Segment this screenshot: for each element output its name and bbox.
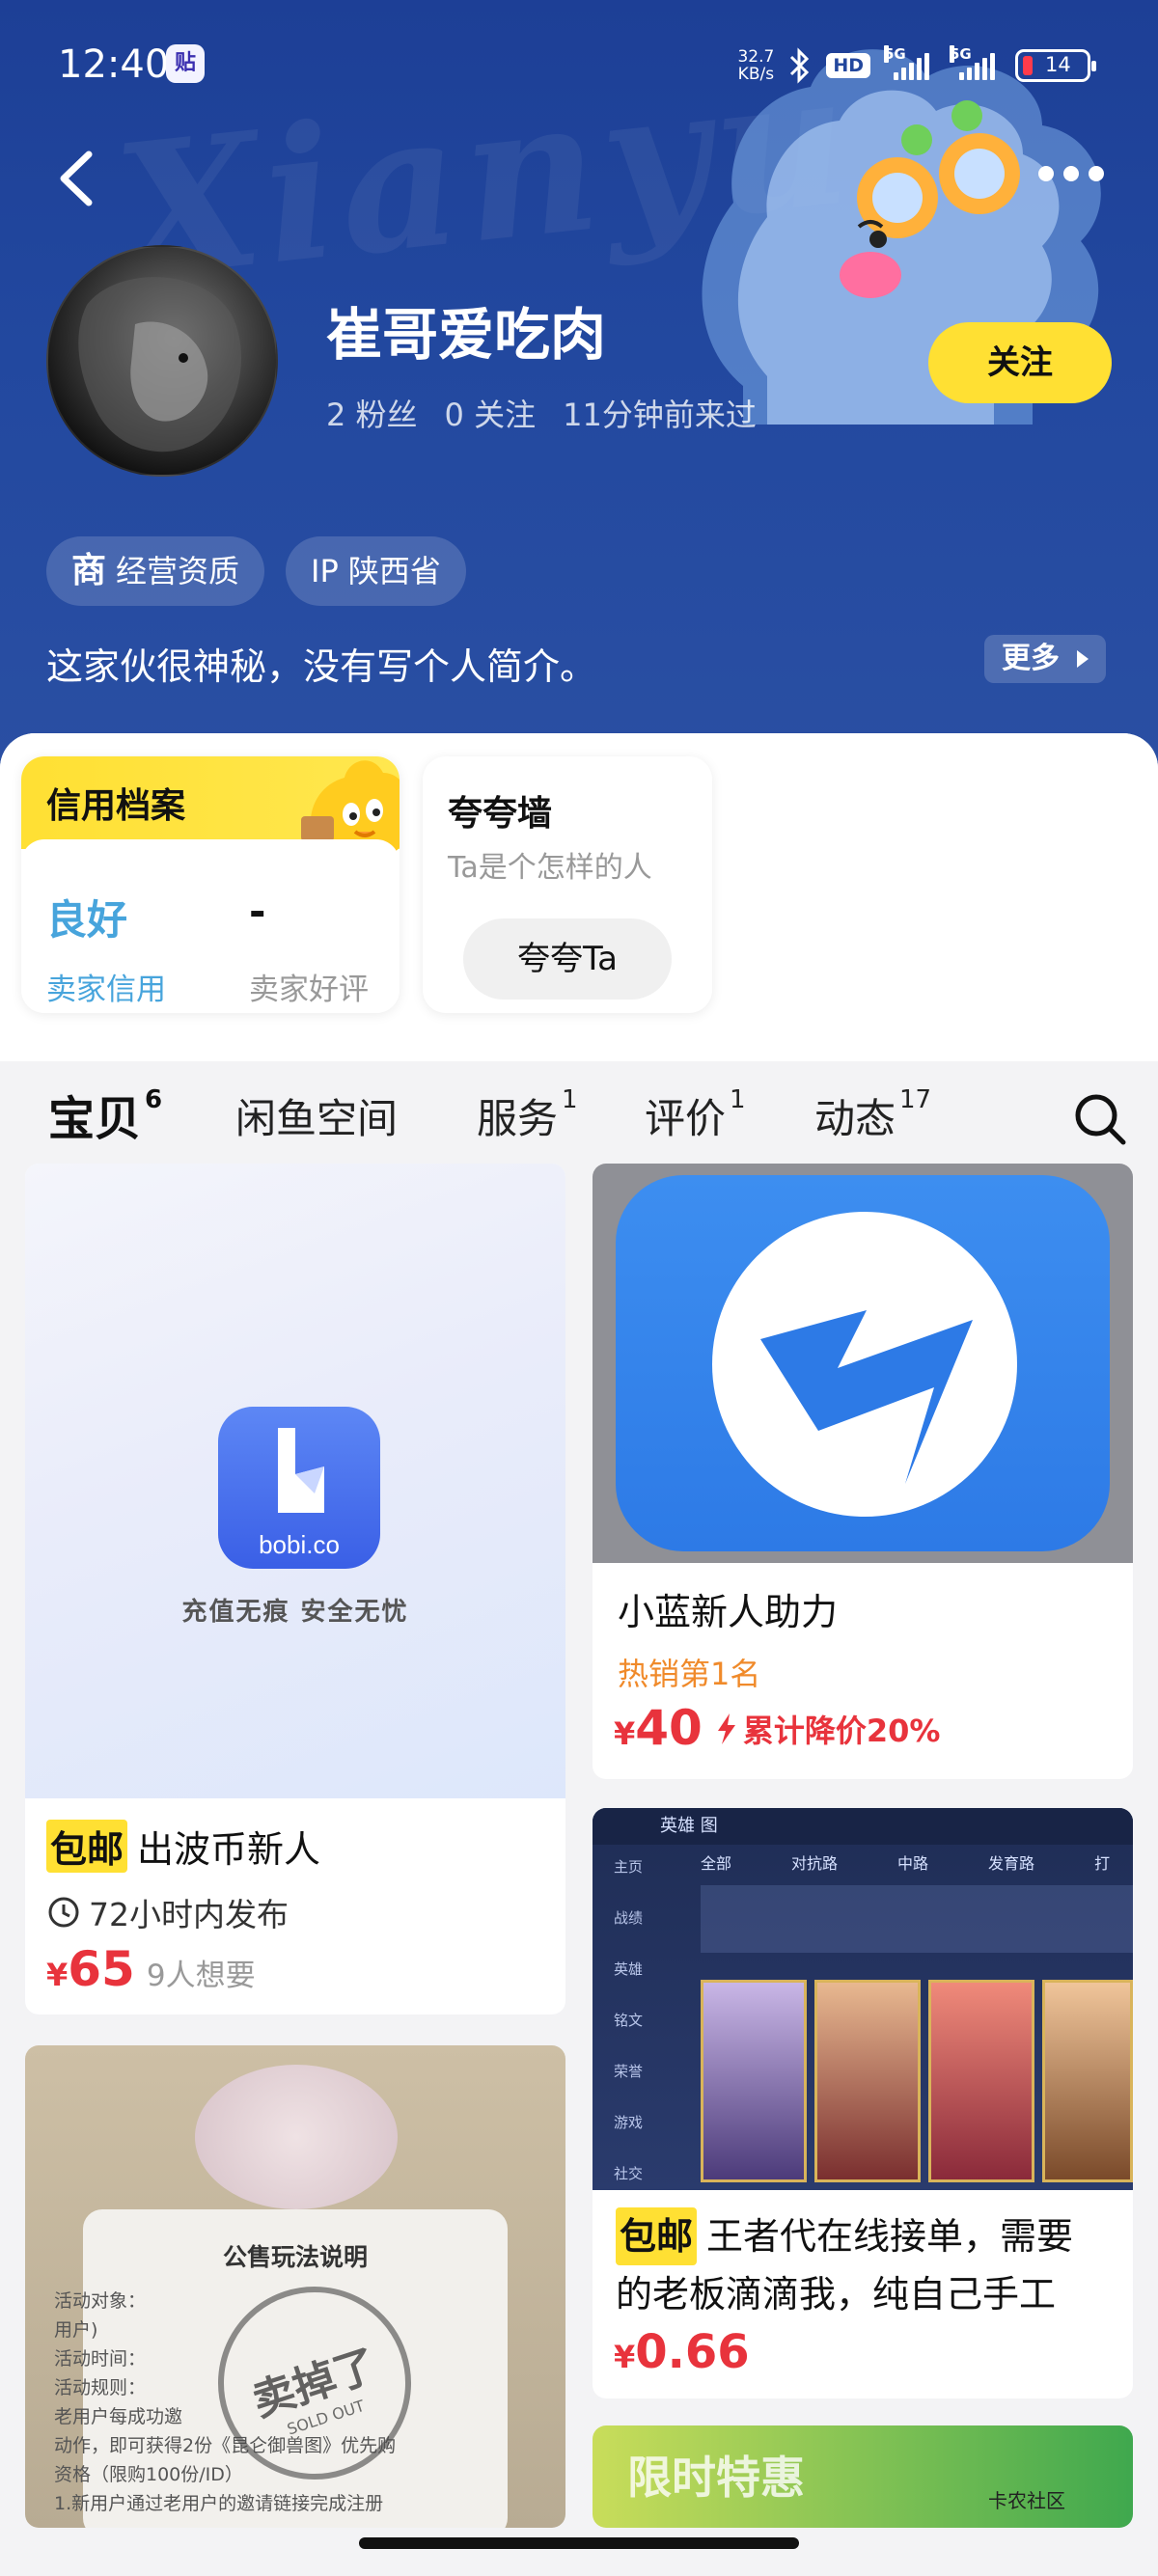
product-image: 公售玩法说明 活动对象： 用户) 活动时间： 活动规则： 老用户每成功邀 动作，… [25,2045,565,2528]
seller-review-label: 卖家好评 [249,973,369,1007]
ip-location-tag: IP 陕西省 [286,536,466,606]
profile-header: Xianyu 12:40 贴 32.7 KB/s HD 5G 5G 14 崔哥爱… [0,0,1158,772]
product-card[interactable]: bobi.co 充值无痕 安全无忧 包邮 出波币新人 72小时内发布 ¥65 9人… [25,1164,565,2014]
bluetooth-icon [790,47,810,84]
price-drop-label: 累计降价20% [716,1707,940,1751]
more-button[interactable]: 更多 [984,635,1106,683]
credit-section: 信用档案 良好 卖家信用 - 卖家好评 夸夸墙 Ta是个怎样的人 夸夸Ta [0,733,1158,1061]
more-options-icon[interactable] [1038,159,1110,188]
product-image: 英雄 图 全部 对抗路 中路 发育路打 主页 战绩 英雄 铭文 荣誉 游戏 社交 [593,1808,1133,2190]
app-icon [616,1175,1110,1551]
credit-profile-card[interactable]: 信用档案 良好 卖家信用 - 卖家好评 [21,756,400,1013]
product-image: bobi.co 充值无痕 安全无忧 [25,1164,565,1798]
product-title: 包邮 出波币新人 [46,1820,320,1873]
network-speed: 32.7 KB/s [737,47,775,84]
bobi-logo-icon [278,1428,324,1513]
home-indicator[interactable] [359,2537,799,2549]
price: ¥0.66 [614,2325,750,2379]
image-slogan: 充值无痕 安全无忧 [181,1598,409,1627]
following-count[interactable]: 0 关注 [445,391,537,435]
tab-moments[interactable]: 动态 17 [814,1061,931,1177]
image-sidebar: 主页 战绩 英雄 铭文 荣誉 游戏 社交 [614,1858,644,2182]
fans-count[interactable]: 2 粉丝 [326,391,418,435]
tab-items[interactable]: 宝贝 6 [48,1061,162,1177]
profile-stats: 2 粉丝 0 关注 11分钟前来过 [326,391,757,435]
profile-bio: 这家伙很神秘，没有写个人简介。 [46,645,597,688]
product-title: 小蓝新人助力 [618,1591,839,1633]
credit-title: 信用档案 [46,786,186,826]
product-image [593,1164,1133,1563]
praise-wall-card[interactable]: 夸夸墙 Ta是个怎样的人 夸夸Ta [423,756,712,1013]
tab-xianyu-space[interactable]: 闲鱼空间 [235,1061,398,1177]
publish-time: 72小时内发布 [46,1889,289,1935]
praise-button[interactable]: 夸夸Ta [463,918,672,1000]
price-row: ¥0.66 [614,2325,750,2379]
wants-count: 9人想要 [146,1959,256,1993]
profile-name: 崔哥爱吃肉 [326,302,607,368]
signal-icon: 5G [950,45,1002,80]
price-row: ¥65 9人想要 [46,1941,256,1997]
follow-button[interactable]: 关注 [928,322,1112,403]
business-icon: 商 [71,551,107,590]
seller-credit-value: 良好 [46,896,128,944]
tab-services[interactable]: 服务 1 [477,1061,578,1177]
community-watermark: 卡农社区 [988,2489,1065,2512]
product-image: 限时特惠 卡农社区 [593,2425,1133,2528]
hero-portrait [1042,1980,1133,2182]
avatar[interactable] [46,245,278,477]
bolt-logo-icon [712,1212,1017,1517]
bobi-app-icon: bobi.co [218,1407,380,1569]
status-indicators: 32.7 KB/s HD 5G 5G 14 [737,44,1096,87]
product-title: 包邮 王者代在线接单，需要 的老板滴滴我，纯自己手工 [616,2207,1127,2323]
status-time: 12:40 [58,42,170,87]
free-shipping-badge: 包邮 [46,1820,128,1873]
signal-icon: 5G [884,45,936,80]
product-card[interactable]: 小蓝新人助力 热销第1名 ¥40 累计降价20% [593,1164,1133,1779]
product-card[interactable]: 公售玩法说明 活动对象： 用户) 活动时间： 活动规则： 老用户每成功邀 动作，… [25,2045,565,2528]
promo-banner-text: 限时特惠 [627,2452,805,2504]
product-card[interactable]: 英雄 图 全部 对抗路 中路 发育路打 主页 战绩 英雄 铭文 荣誉 游戏 社交 包邮 王者代在线接… [593,1808,1133,2398]
seller-review-value: - [249,888,266,935]
profile-tabs: 宝贝 6 闲鱼空间 服务 1 评价 1 动态 17 [0,1061,1158,1177]
notification-app-icon: 贴 [166,44,205,83]
battery-icon: 14 [1015,49,1096,82]
hero-portrait [814,1980,921,2182]
image-tabs: 全部 对抗路 中路 发育路打 [701,1854,1111,1873]
seller-credit-label: 卖家信用 [46,973,166,1007]
lion-icon [78,277,241,452]
business-qualification-tag[interactable]: 商 经营资质 [46,536,265,606]
clock-icon [48,1897,79,1928]
free-shipping-badge: 包邮 [616,2207,698,2265]
praise-subtitle: Ta是个怎样的人 [448,851,652,885]
status-bar: 12:40 贴 32.7 KB/s HD 5G 5G 14 [0,0,1158,135]
back-arrow-icon[interactable] [50,145,108,212]
hero-portrait [701,1980,807,2182]
price-row: ¥40 累计降价20% [614,1700,940,1756]
praise-title: 夸夸墙 [448,794,553,834]
price: ¥65 [46,1941,135,1997]
search-icon[interactable] [1071,1090,1129,1148]
price: ¥40 [614,1700,703,1756]
hot-rank-label: 热销第1名 [618,1656,761,1692]
hero-portrait [928,1980,1034,2182]
product-card[interactable]: 限时特惠 卡农社区 [593,2425,1133,2528]
last-seen: 11分钟前来过 [563,397,757,433]
lightning-icon [717,1713,735,1744]
tab-reviews[interactable]: 评价 1 [645,1061,746,1177]
hd-voice-icon: HD [826,53,870,78]
